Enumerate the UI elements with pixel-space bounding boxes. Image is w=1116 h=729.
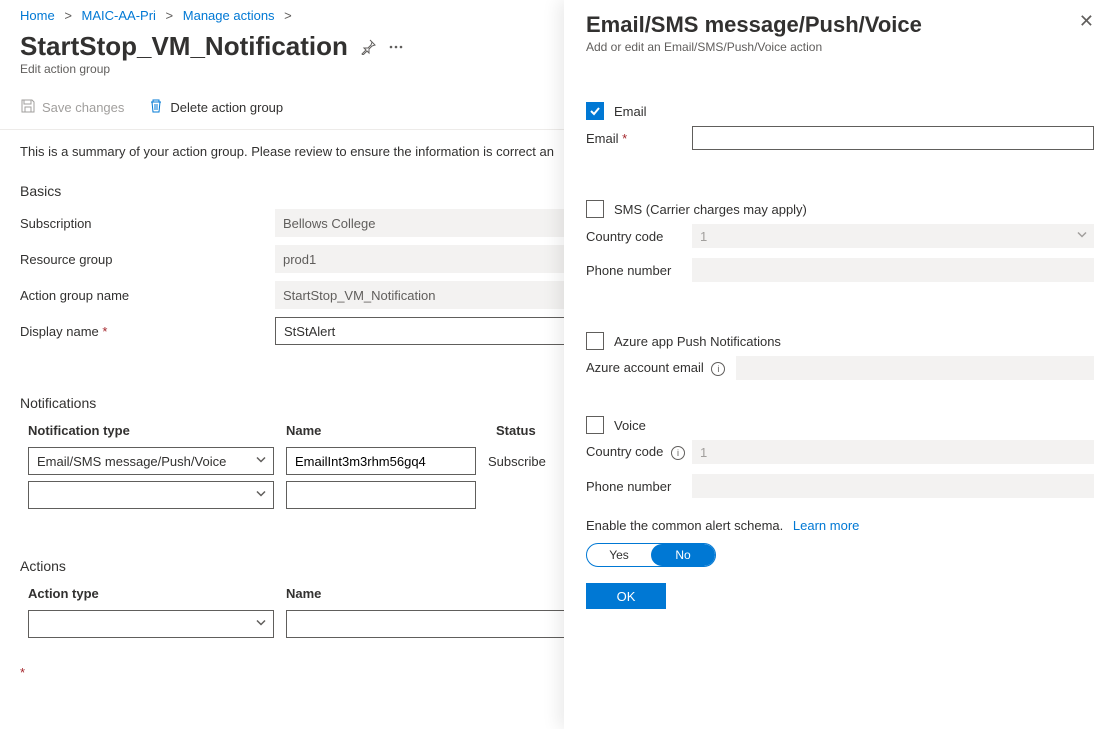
email-checkbox-label: Email (614, 104, 647, 119)
breadcrumb-home[interactable]: Home (20, 8, 55, 23)
panel-subtitle: Add or edit an Email/SMS/Push/Voice acti… (586, 40, 922, 54)
email-label: Email * (586, 131, 692, 146)
resource-group-label: Resource group (20, 252, 275, 267)
push-checkbox[interactable] (586, 332, 604, 350)
voice-phone-input (692, 474, 1094, 498)
sms-country-code-select: 1 (692, 224, 1094, 248)
sms-phone-input (692, 258, 1094, 282)
learn-more-link[interactable]: Learn more (793, 518, 859, 533)
sms-checkbox[interactable] (586, 200, 604, 218)
col-notification-type: Notification type (28, 423, 286, 438)
subscription-label: Subscription (20, 216, 275, 231)
chevron-down-icon (1076, 229, 1088, 244)
action-name-input[interactable] (286, 610, 566, 638)
schema-row: Enable the common alert schema. Learn mo… (586, 518, 1094, 533)
notification-type-select[interactable] (28, 481, 274, 509)
pin-icon[interactable] (360, 39, 376, 55)
col-notification-name: Name (286, 423, 496, 438)
voice-country-code-field: 1 (692, 440, 1094, 464)
subscription-field (275, 209, 565, 237)
info-icon[interactable]: i (671, 446, 685, 460)
save-button[interactable]: Save changes (20, 94, 124, 121)
chevron-down-icon (255, 454, 267, 469)
schema-toggle[interactable]: Yes No (586, 543, 716, 567)
voice-country-code-label: Country code i (586, 444, 692, 460)
info-icon[interactable]: i (711, 362, 725, 376)
push-checkbox-label: Azure app Push Notifications (614, 334, 781, 349)
display-name-field[interactable] (275, 317, 565, 345)
chevron-down-icon (255, 617, 267, 632)
side-panel: Email/SMS message/Push/Voice Add or edit… (564, 0, 1116, 729)
voice-phone-label: Phone number (586, 479, 692, 494)
resource-group-field (275, 245, 565, 273)
panel-title: Email/SMS message/Push/Voice (586, 12, 922, 38)
trash-icon (148, 98, 164, 117)
breadcrumb-sep: > (58, 8, 78, 23)
voice-checkbox[interactable] (586, 416, 604, 434)
notification-type-select[interactable]: Email/SMS message/Push/Voice (28, 447, 274, 475)
action-type-select[interactable] (28, 610, 274, 638)
save-icon (20, 98, 36, 117)
sms-phone-label: Phone number (586, 263, 692, 278)
save-label: Save changes (42, 100, 124, 115)
ok-button[interactable]: OK (586, 583, 666, 609)
action-group-name-field (275, 281, 565, 309)
page-title: StartStop_VM_Notification (20, 31, 348, 62)
push-email-input (736, 356, 1094, 380)
notification-name-input[interactable] (286, 481, 476, 509)
notification-name-input[interactable] (286, 447, 476, 475)
delete-button[interactable]: Delete action group (148, 94, 283, 121)
push-email-label: Azure account email i (586, 360, 736, 376)
delete-label: Delete action group (170, 100, 283, 115)
display-name-label: Display name * (20, 324, 275, 339)
breadcrumb-manage-actions[interactable]: Manage actions (183, 8, 275, 23)
sms-checkbox-label: SMS (Carrier charges may apply) (614, 202, 807, 217)
email-input[interactable] (692, 126, 1094, 150)
col-action-name: Name (286, 586, 496, 601)
email-checkbox[interactable] (586, 102, 604, 120)
sms-country-code-label: Country code (586, 229, 692, 244)
close-icon[interactable]: ✕ (1079, 12, 1094, 30)
breadcrumb-resource[interactable]: MAIC-AA-Pri (82, 8, 156, 23)
toggle-no[interactable]: No (651, 544, 715, 566)
col-action-type: Action type (28, 586, 286, 601)
notification-type-value: Email/SMS message/Push/Voice (37, 454, 226, 469)
breadcrumb-sep: > (160, 8, 180, 23)
toggle-yes[interactable]: Yes (587, 544, 651, 566)
action-group-name-label: Action group name (20, 288, 275, 303)
breadcrumb-sep: > (278, 8, 298, 23)
more-icon[interactable] (388, 39, 404, 55)
chevron-down-icon (255, 488, 267, 503)
schema-text: Enable the common alert schema. (586, 518, 783, 533)
notification-status: Subscribe (488, 454, 546, 469)
voice-checkbox-label: Voice (614, 418, 646, 433)
